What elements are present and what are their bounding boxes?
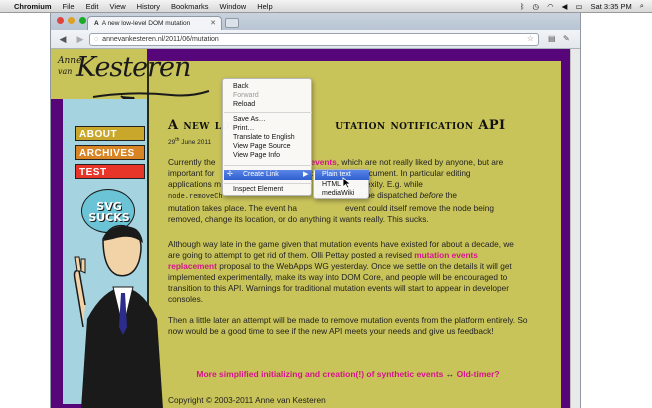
menu-app-name[interactable]: Chromium	[14, 2, 52, 11]
menu-file[interactable]: File	[63, 2, 75, 11]
desktop-right	[582, 13, 652, 408]
ctx-inspect[interactable]: Inspect Element	[233, 185, 283, 194]
menu-edit[interactable]: Edit	[86, 2, 99, 11]
spotlight-icon[interactable]: ⌕	[640, 1, 644, 11]
tab-title: A new low-level DOM mutation	[101, 20, 191, 27]
p1-e: applications m	[168, 179, 222, 189]
context-menu: Back Forward Reload Save As… Print… Tran…	[222, 78, 312, 196]
bookmark-star-icon[interactable]: ☆	[527, 34, 534, 43]
ctx-separator	[224, 165, 312, 166]
article-title: A new low utation notification API	[168, 118, 506, 133]
ctx-view-info[interactable]: View Page Info	[233, 151, 280, 160]
previous-post-link[interactable]: Old-timer?	[457, 369, 500, 379]
tab-active[interactable]: A A new low-level DOM mutation ✕	[87, 16, 222, 30]
sub-mediawiki[interactable]: mediaWiki	[322, 189, 354, 198]
ctx-create-link-icon: ✢	[227, 171, 233, 178]
ctx-reload[interactable]: Reload	[233, 100, 255, 109]
p1-k: removed, change its location, or do anyt…	[168, 214, 429, 224]
menu-view[interactable]: View	[110, 2, 126, 11]
close-window-icon[interactable]	[57, 17, 64, 24]
paragraph-2: Although way late in the game given that…	[168, 239, 528, 305]
article-date: 29th June 2011	[168, 137, 211, 146]
forward-arrow-icon[interactable]: ▶	[75, 34, 85, 45]
page-menu-icon[interactable]: ▤	[548, 34, 556, 43]
new-tab-button[interactable]	[225, 18, 239, 28]
ctx-create-link[interactable]: Create Link	[243, 170, 279, 179]
next-post-link[interactable]: More simplified initializing and creatio…	[196, 369, 443, 379]
sub-html[interactable]: HTML	[322, 180, 341, 189]
menu-help[interactable]: Help	[257, 2, 272, 11]
nav-test[interactable]: TEST	[75, 164, 145, 179]
p1-c: important for	[168, 168, 215, 178]
bluetooth-icon[interactable]: ᛒ	[520, 2, 525, 11]
date-rest: June 2011	[181, 139, 212, 147]
tab-strip: A A new low-level DOM mutation ✕	[51, 13, 580, 30]
nav-arrow: ↔	[445, 369, 455, 379]
nav-about[interactable]: ABOUT	[75, 126, 145, 141]
nav-archives[interactable]: ARCHIVES	[75, 145, 145, 160]
ctx-view-source[interactable]: View Page Source	[233, 142, 290, 151]
browser-toolbar: ◀ ▶ ↻ ◌ annevankesteren.nl/2011/06/mutat…	[51, 30, 580, 49]
article-title-end: utation notification API	[335, 118, 506, 133]
menu-window[interactable]: Window	[220, 2, 247, 11]
date-suffix: th	[175, 137, 180, 143]
scrollbar[interactable]	[570, 49, 580, 408]
ctx-separator	[224, 112, 312, 113]
submenu-arrow-icon: ▶	[303, 171, 309, 178]
p2-b: proposal to the WebApps WG yesterday. On…	[168, 261, 512, 304]
wifi-icon[interactable]: ◠	[547, 2, 554, 11]
ctx-save-as[interactable]: Save As…	[233, 115, 266, 124]
tab-close-icon[interactable]: ✕	[210, 19, 216, 27]
battery-icon[interactable]: ▭	[575, 2, 582, 11]
browser-window: A A new low-level DOM mutation ✕ ◀ ▶ ↻ ◌…	[50, 13, 581, 408]
p1-i: mutation takes place. The event ha	[168, 203, 297, 213]
ctx-separator	[224, 183, 312, 184]
ctx-back[interactable]: Back	[233, 82, 249, 91]
volume-icon[interactable]: ◀	[562, 2, 568, 11]
retro-man-illustration	[73, 224, 163, 408]
content-panel	[147, 61, 561, 408]
address-url: annevankesteren.nl/2011/06/mutation	[102, 36, 219, 43]
p1-code: node.removeCh	[168, 193, 223, 201]
wrench-icon[interactable]: ✎	[563, 34, 570, 43]
p1-before: before	[419, 190, 444, 200]
p1-b: , which are not really liked by anyone, …	[336, 157, 504, 167]
p1-j: event could itself remove the node being	[345, 203, 494, 213]
sidebar: ABOUT ARCHIVES TEST SVG SUCKS	[63, 59, 163, 408]
mutation-events-link[interactable]: events	[311, 157, 337, 167]
menu-bookmarks[interactable]: Bookmarks	[171, 2, 209, 11]
p1-a: Currently the	[168, 157, 216, 167]
back-arrow-icon[interactable]: ◀	[58, 34, 68, 45]
p1-h: the	[445, 190, 457, 200]
menu-history[interactable]: History	[137, 2, 160, 11]
ctx-forward[interactable]: Forward	[233, 91, 259, 100]
mouse-cursor-icon	[342, 177, 352, 189]
ctx-print[interactable]: Print…	[233, 124, 254, 133]
page-icon: ◌	[94, 36, 99, 43]
page-viewport: Anne van Kesteren ABOUT ARCHIVES TEST SV…	[51, 49, 580, 408]
copyright: Copyright © 2003-2011 Anne van Kesteren	[168, 395, 326, 405]
favicon-icon: A	[94, 20, 99, 27]
menu-bar: Chromium File Edit View History Bookmark…	[0, 0, 652, 13]
menubar-clock[interactable]: Sat 3:35 PM	[591, 2, 632, 11]
desktop-left	[0, 13, 50, 408]
create-link-submenu: Plain text HTML mediaWiki	[313, 169, 369, 199]
zoom-window-icon[interactable]	[79, 17, 86, 24]
time-machine-icon[interactable]: ◷	[533, 2, 540, 11]
ctx-translate[interactable]: Translate to English	[233, 133, 295, 142]
paragraph-3: Then a little later an attempt will be m…	[168, 315, 528, 336]
minimize-window-icon[interactable]	[68, 17, 75, 24]
address-bar[interactable]: ◌ annevankesteren.nl/2011/06/mutation ☆	[89, 33, 539, 46]
post-navigation: More simplified initializing and creatio…	[168, 369, 528, 379]
